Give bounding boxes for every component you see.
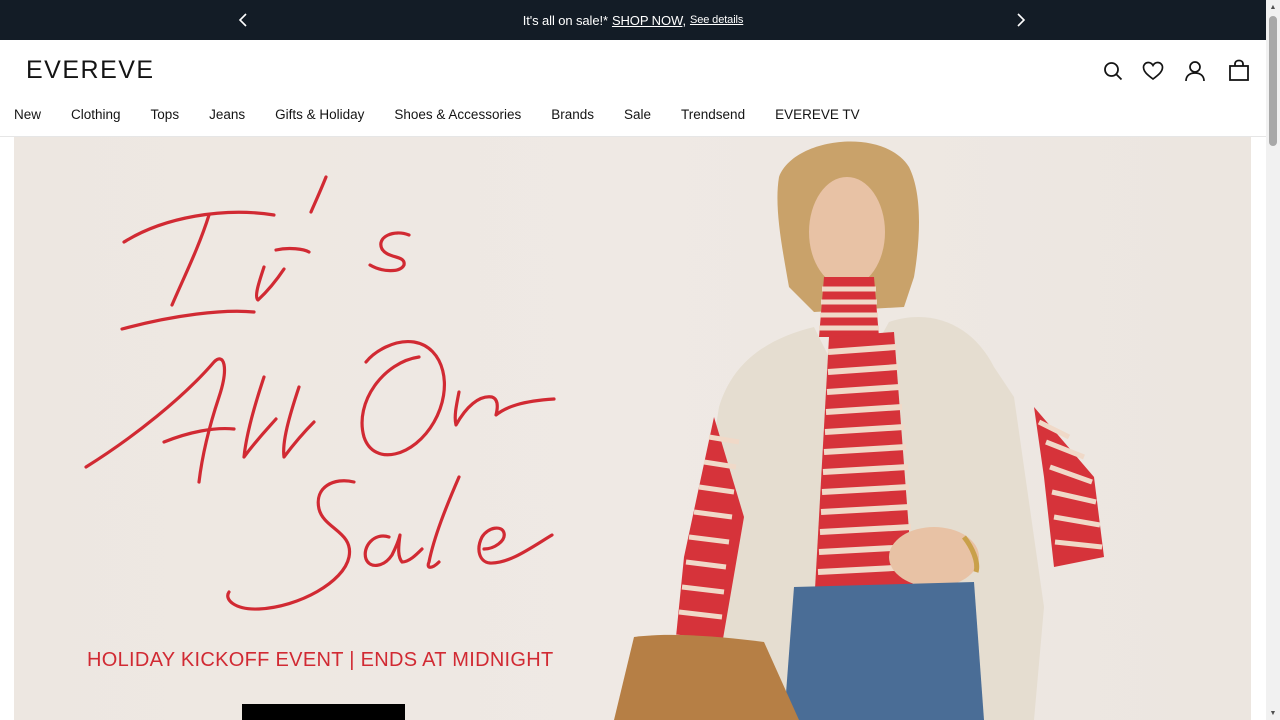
search-icon [1104, 62, 1123, 81]
nav-item-clothing[interactable]: Clothing [71, 107, 121, 122]
nav-item-brands[interactable]: Brands [551, 107, 594, 122]
nav-item-tops[interactable]: Tops [151, 107, 180, 122]
search-button[interactable] [1100, 58, 1126, 84]
shop-now-link[interactable]: SHOP NOW [612, 13, 683, 28]
nav-item-evereve-tv[interactable]: EVEREVE TV [775, 107, 860, 122]
model-photo [614, 141, 1104, 720]
main-navigation: New Clothing Tops Jeans Gifts & Holiday … [14, 107, 890, 122]
nav-item-shoes-accessories[interactable]: Shoes & Accessories [394, 107, 521, 122]
heart-icon [1142, 61, 1164, 81]
hero-banner[interactable]: HOLIDAY KICKOFF EVENT | ENDS AT MIDNIGHT [14, 137, 1251, 720]
announcement-bar: It's all on sale!* SHOP NOW, See details [0, 0, 1266, 40]
see-details-link[interactable]: See details [690, 14, 743, 26]
account-button[interactable] [1182, 58, 1208, 84]
nav-item-trendsend[interactable]: Trendsend [681, 107, 745, 122]
nav-item-gifts-holiday[interactable]: Gifts & Holiday [275, 107, 364, 122]
account-icon [1185, 61, 1205, 82]
nav-item-new[interactable]: New [14, 107, 41, 122]
next-announcement-button[interactable] [1011, 10, 1031, 30]
site-header: EVEREVE New Clothing Tops Jeans Gifts & … [0, 40, 1266, 137]
shop-sale-button[interactable] [242, 704, 405, 720]
scroll-down-arrow-icon[interactable]: ▼ [1266, 706, 1280, 720]
wishlist-button[interactable] [1140, 58, 1166, 84]
bag-icon [1229, 59, 1249, 81]
announcement-message: It's all on sale!* SHOP NOW, See details [522, 12, 744, 28]
chevron-right-icon [1017, 13, 1026, 27]
nav-item-jeans[interactable]: Jeans [209, 107, 245, 122]
nav-item-sale[interactable]: Sale [624, 107, 651, 122]
event-headline: HOLIDAY KICKOFF EVENT | ENDS AT MIDNIGHT [87, 649, 554, 671]
site-logo[interactable]: EVEREVE [26, 56, 155, 85]
chevron-left-icon [238, 13, 247, 27]
announcement-text: It's all on sale!* [522, 12, 608, 28]
cart-button[interactable] [1226, 57, 1252, 83]
page-scrollbar[interactable]: ▲ ▼ [1266, 0, 1280, 720]
scrollbar-thumb[interactable] [1269, 16, 1277, 146]
scroll-up-arrow-icon[interactable]: ▲ [1266, 0, 1280, 14]
hero-script-text [84, 175, 556, 611]
previous-announcement-button[interactable] [233, 10, 253, 30]
